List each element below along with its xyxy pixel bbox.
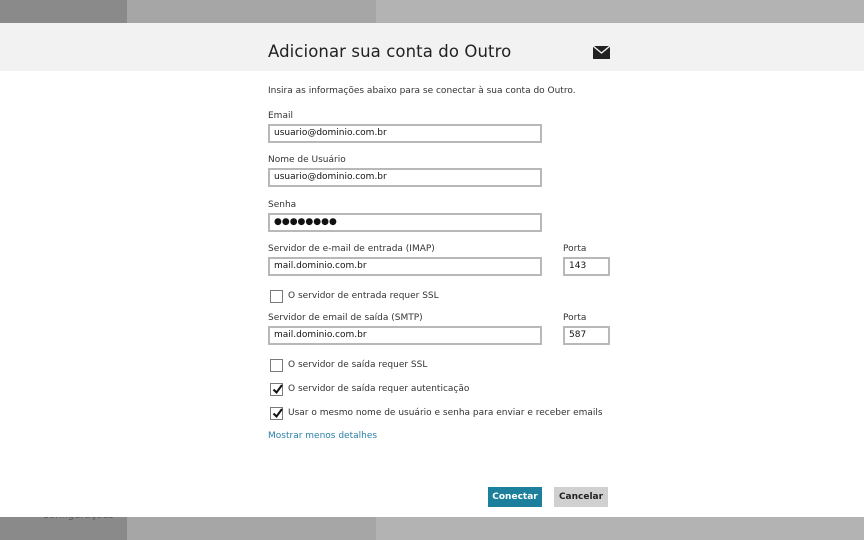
dialog-title: Adicionar sua conta do Outro	[268, 42, 512, 61]
same-credentials-option[interactable]: Usar o mesmo nome de usuário e senha par…	[270, 406, 603, 420]
outgoing-server-label: Servidor de email de saída (SMTP)	[268, 313, 423, 323]
same-credentials-checkbox[interactable]	[270, 406, 283, 420]
cancel-button[interactable]: Cancelar	[554, 487, 608, 507]
incoming-ssl-label: O servidor de entrada requer SSL	[288, 291, 439, 301]
outgoing-server-field[interactable]: mail.dominio.com.br	[268, 326, 542, 345]
outgoing-port-field[interactable]: 587	[563, 326, 610, 345]
checkmark-icon	[272, 383, 283, 394]
outgoing-ssl-checkbox[interactable]	[270, 358, 283, 372]
outgoing-ssl-label: O servidor de saída requer SSL	[288, 360, 428, 370]
username-label: Nome de Usuário	[268, 155, 346, 165]
outgoing-ssl-option[interactable]: O servidor de saída requer SSL	[270, 358, 427, 372]
incoming-port-field[interactable]: 143	[563, 257, 610, 276]
envelope-icon	[593, 46, 610, 59]
add-account-dialog: Adicionar sua conta do Outro Insira as i…	[0, 23, 864, 517]
outgoing-auth-option[interactable]: O servidor de saída requer autenticação	[270, 382, 469, 396]
incoming-server-field[interactable]: mail.dominio.com.br	[268, 257, 542, 276]
outgoing-auth-checkbox[interactable]	[270, 382, 283, 396]
outgoing-auth-label: O servidor de saída requer autenticação	[288, 384, 470, 394]
dialog-header: Adicionar sua conta do Outro	[0, 23, 864, 71]
password-label: Senha	[268, 200, 297, 210]
username-field[interactable]: usuario@dominio.com.br	[268, 168, 542, 187]
incoming-server-label: Servidor de e-mail de entrada (IMAP)	[268, 244, 435, 254]
outgoing-port-label: Porta	[563, 313, 587, 323]
password-field[interactable]: ●●●●●●●●	[268, 213, 542, 232]
incoming-ssl-checkbox[interactable]	[270, 289, 283, 303]
email-field[interactable]: usuario@dominio.com.br	[268, 124, 542, 143]
incoming-ssl-option[interactable]: O servidor de entrada requer SSL	[270, 289, 439, 303]
connect-button[interactable]: Conectar	[488, 487, 542, 507]
same-credentials-label: Usar o mesmo nome de usuário e senha par…	[288, 408, 603, 418]
incoming-port-label: Porta	[563, 244, 587, 254]
show-less-details-link[interactable]: Mostrar menos detalhes	[268, 431, 377, 441]
checkmark-icon	[272, 407, 283, 418]
dialog-intro-text: Insira as informações abaixo para se con…	[268, 86, 576, 96]
email-label: Email	[268, 111, 293, 121]
